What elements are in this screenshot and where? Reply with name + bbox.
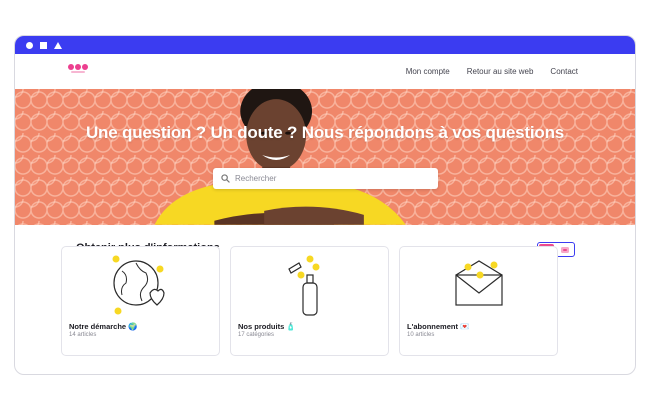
card-title: L'abonnement 💌 xyxy=(407,322,470,331)
search-bar[interactable] xyxy=(213,168,438,189)
nav-link-back-to-site[interactable]: Retour au site web xyxy=(467,67,534,76)
site-header: Mon compte Retour au site web Contact xyxy=(15,54,635,89)
globe-heart-icon xyxy=(112,255,165,315)
hero-title: Une question ? Un doute ? Nous répondons… xyxy=(85,123,565,142)
list-view-button[interactable] xyxy=(557,244,572,255)
search-icon xyxy=(221,174,230,183)
category-cards: Notre démarche 🌍 14 articles Nos produit… xyxy=(61,246,558,356)
card-subtitle: 14 articles xyxy=(69,332,97,338)
hero-banner: Une question ? Un doute ? Nous répondons… xyxy=(15,89,635,225)
brand-logo-tagline xyxy=(71,71,85,73)
triangle-icon xyxy=(54,41,62,49)
nav-link-account[interactable]: Mon compte xyxy=(406,67,450,76)
list-icon xyxy=(560,246,569,253)
window-titlebar xyxy=(15,36,635,54)
card-title: Nos produits 🧴 xyxy=(238,322,296,331)
circle-icon xyxy=(26,41,33,49)
top-navigation: Mon compte Retour au site web Contact xyxy=(406,54,578,89)
card-subtitle: 10 articles xyxy=(407,332,435,338)
category-card-demarche[interactable]: Notre démarche 🌍 14 articles xyxy=(61,246,220,356)
card-subtitle: 17 catégories xyxy=(238,332,275,338)
brand-logo[interactable] xyxy=(68,64,88,70)
search-input[interactable] xyxy=(235,174,425,183)
category-card-produits[interactable]: Nos produits 🧴 17 catégories xyxy=(230,246,389,356)
card-title: Notre démarche 🌍 xyxy=(69,322,138,331)
spray-bottle-icon xyxy=(288,255,320,316)
nav-link-contact[interactable]: Contact xyxy=(550,67,578,76)
hero-person-image xyxy=(154,89,406,225)
category-card-abonnement[interactable]: L'abonnement 💌 10 articles xyxy=(399,246,558,356)
envelope-icon xyxy=(455,260,503,306)
square-icon xyxy=(40,41,47,49)
